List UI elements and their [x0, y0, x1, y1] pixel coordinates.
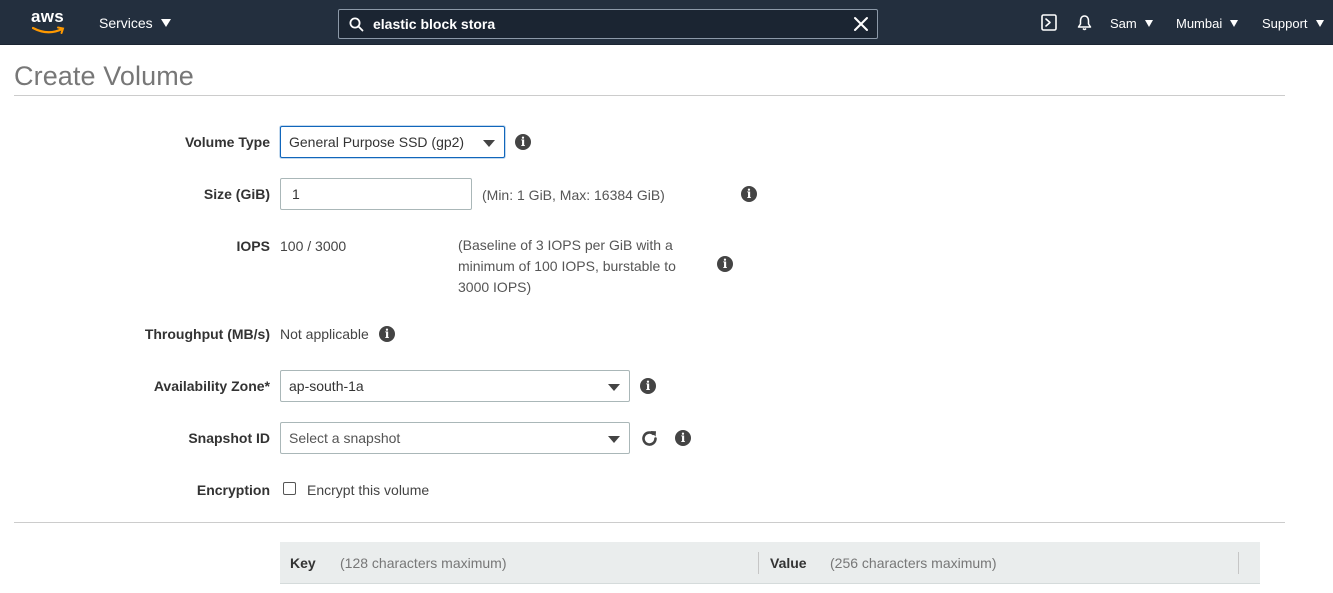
snapshot-placeholder: Select a snapshot — [289, 430, 401, 446]
aws-logo[interactable]: aws — [31, 7, 67, 36]
info-icon[interactable]: i — [741, 186, 757, 202]
volume-type-value: General Purpose SSD (gp2) — [289, 134, 465, 150]
size-input[interactable] — [280, 178, 472, 210]
chevron-down-icon — [1315, 20, 1324, 27]
tags-key-header: Key — [290, 555, 316, 571]
region-menu[interactable]: Mumbai — [1176, 16, 1239, 31]
region-name: Mumbai — [1176, 16, 1223, 31]
encryption-label: Encryption — [196, 482, 270, 498]
throughput-label: Throughput (MB/s) — [144, 326, 270, 342]
chevron-down-icon — [160, 19, 171, 27]
tags-table-header: Key (128 characters maximum) Value (256 … — [280, 542, 1260, 584]
size-hint: (Min: 1 GiB, Max: 16384 GiB) — [482, 187, 665, 203]
availability-zone-select[interactable]: ap-south-1a — [280, 370, 630, 402]
user-name: Sam — [1110, 16, 1137, 31]
column-divider — [1238, 552, 1239, 574]
terminal-icon[interactable] — [1041, 14, 1057, 31]
info-icon[interactable]: i — [717, 256, 733, 272]
search-input[interactable] — [373, 14, 843, 34]
chevron-down-icon — [483, 140, 495, 147]
aws-smile-icon — [32, 26, 65, 34]
section-divider — [14, 522, 1285, 523]
size-label: Size (GiB) — [203, 186, 270, 202]
info-icon[interactable]: i — [675, 430, 691, 446]
support-label: Support — [1262, 16, 1308, 31]
tags-value-hint: (256 characters maximum) — [830, 555, 997, 571]
iops-value: 100 / 3000 — [280, 238, 347, 254]
snapshot-id-label: Snapshot ID — [188, 430, 270, 446]
chevron-down-icon — [1230, 20, 1239, 27]
iops-hint-line: minimum of 100 IOPS, burstable to — [458, 258, 676, 274]
column-divider — [758, 552, 759, 574]
tags-value-header: Value — [770, 555, 807, 571]
throughput-value: Not applicable — [280, 326, 369, 342]
info-icon[interactable]: i — [640, 378, 656, 394]
encrypt-volume-label[interactable]: Encrypt this volume — [307, 482, 429, 498]
close-icon[interactable] — [853, 16, 869, 32]
services-menu[interactable]: Services — [99, 15, 171, 31]
page-title: Create Volume — [14, 61, 194, 91]
volume-type-select[interactable]: General Purpose SSD (gp2) — [280, 126, 505, 158]
services-label: Services — [99, 15, 153, 31]
iops-hint: (Baseline of 3 IOPS per GiB with a minim… — [458, 235, 698, 298]
encrypt-volume-checkbox[interactable] — [283, 482, 296, 495]
refresh-icon[interactable] — [640, 429, 659, 448]
chevron-down-icon — [1144, 20, 1153, 27]
user-menu[interactable]: Sam — [1110, 16, 1153, 31]
tags-key-hint: (128 characters maximum) — [340, 555, 507, 571]
info-icon[interactable]: i — [515, 134, 531, 150]
iops-hint-line: 3000 IOPS) — [458, 279, 532, 295]
search-icon — [349, 17, 364, 32]
snapshot-select[interactable]: Select a snapshot — [280, 422, 630, 454]
iops-label: IOPS — [236, 238, 270, 254]
support-menu[interactable]: Support — [1262, 16, 1324, 31]
chevron-down-icon — [608, 436, 620, 443]
iops-hint-line: (Baseline of 3 IOPS per GiB with a — [458, 237, 673, 253]
bell-icon[interactable] — [1076, 14, 1093, 31]
search-box[interactable] — [338, 9, 878, 39]
title-divider — [14, 95, 1285, 96]
volume-type-label: Volume Type — [184, 134, 270, 150]
availability-zone-label: Availability Zone* — [153, 378, 270, 394]
aws-logo-text: aws — [31, 7, 65, 26]
availability-zone-value: ap-south-1a — [289, 378, 364, 394]
top-navigation-bar: aws Services Sam Mumbai — [0, 0, 1333, 45]
info-icon[interactable]: i — [379, 326, 395, 342]
chevron-down-icon — [608, 384, 620, 391]
